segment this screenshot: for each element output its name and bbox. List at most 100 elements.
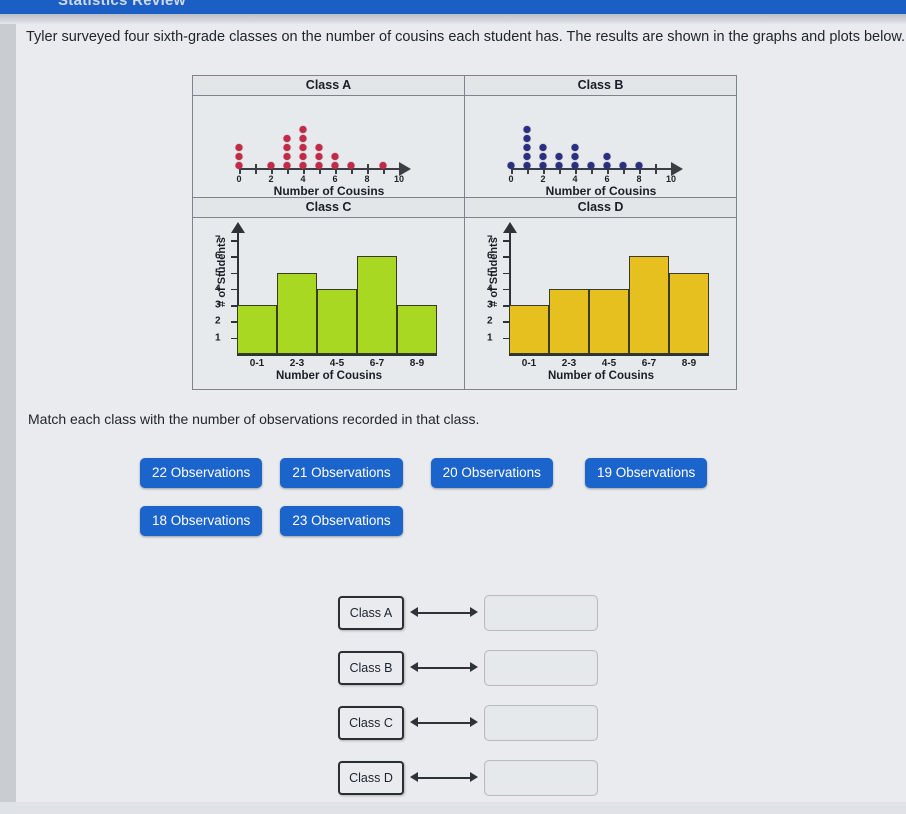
- data-point-dot: [299, 153, 307, 160]
- option-chip-19-observations[interactable]: 19 Observations: [584, 458, 708, 488]
- data-point-dot: [331, 162, 339, 169]
- x-axis-line: [237, 354, 437, 356]
- axis-tick-label: 8: [364, 174, 370, 184]
- charts-row-header-2: Class C Class D: [192, 197, 737, 218]
- x-axis-category-label: 4-5: [601, 358, 617, 369]
- y-axis-tick: [231, 272, 238, 275]
- histogram-bar: [669, 272, 709, 354]
- data-point-dot: [523, 135, 531, 142]
- drop-zone-c[interactable]: [484, 705, 598, 741]
- data-point-dot: [299, 162, 307, 169]
- axis-tick-label: 8: [636, 174, 642, 184]
- class-label-c: Class C: [338, 706, 404, 740]
- y-axis-tick-label: 1: [487, 332, 493, 344]
- y-axis-tick: [231, 240, 238, 242]
- charts-row-plots-2: # of Students Number of Cousins 12345670…: [192, 217, 737, 390]
- y-axis-tick-label: 5: [487, 267, 493, 279]
- y-axis-tick: [503, 272, 510, 275]
- drop-zone-b[interactable]: [484, 650, 598, 686]
- data-point-dot: [267, 162, 275, 169]
- dot-plot-x-label-b: Number of Cousins: [545, 184, 657, 198]
- data-point-dot: [539, 153, 547, 160]
- x-axis-category-label: 6-7: [641, 358, 657, 369]
- y-axis-tick-label: 7: [487, 234, 493, 246]
- data-point-dot: [539, 144, 547, 151]
- axis-tick-label: 10: [393, 174, 405, 184]
- y-axis-tick: [503, 321, 510, 323]
- y-axis-tick-label: 7: [215, 234, 221, 246]
- histogram-x-label-c: Number of Cousins: [275, 370, 383, 382]
- x-axis-category-label: 2-3: [561, 358, 577, 369]
- y-axis-tick-label: 5: [215, 267, 221, 279]
- histogram-bar: [509, 305, 549, 354]
- chart-title-class-d: Class D: [464, 197, 737, 218]
- data-point-dot: [603, 153, 611, 160]
- y-axis-tick: [503, 240, 510, 242]
- data-point-dot: [283, 135, 291, 142]
- y-axis-tick: [231, 337, 238, 340]
- histogram-bar: [317, 288, 357, 354]
- x-axis-category-label: 0-1: [521, 358, 537, 369]
- histogram-x-label-d: Number of Cousins: [547, 370, 655, 382]
- data-point-dot: [635, 162, 643, 169]
- axis-tick-label: 6: [604, 174, 610, 184]
- x-axis-category-label: 2-3: [289, 358, 305, 369]
- histogram-bar: [589, 288, 629, 354]
- header-shadow: [0, 14, 906, 24]
- y-axis-tick: [231, 288, 238, 291]
- data-point-dot: [587, 162, 595, 169]
- double-arrow-icon: [410, 605, 478, 621]
- y-axis-tick-label: 4: [487, 283, 493, 295]
- data-point-dot: [283, 153, 291, 160]
- double-arrow-icon: [410, 715, 478, 731]
- histogram-bar: [629, 256, 669, 354]
- option-chip-21-observations[interactable]: 21 Observations: [280, 458, 403, 488]
- drop-zone-d[interactable]: [484, 760, 598, 796]
- class-label-a: Class A: [338, 596, 404, 630]
- y-axis-tick: [503, 305, 510, 307]
- data-point-dot: [555, 162, 563, 169]
- y-axis-tick-label: 6: [215, 250, 221, 262]
- drop-zone-a[interactable]: [484, 595, 598, 631]
- y-axis-tick-label: 6: [487, 250, 493, 262]
- data-point-dot: [299, 144, 307, 151]
- histogram-bars-c: [237, 232, 437, 354]
- option-chip-20-observations[interactable]: 20 Observations: [430, 458, 553, 488]
- chart-title-class-c: Class C: [192, 197, 465, 218]
- data-point-dot: [603, 162, 611, 169]
- question-prompt: Tyler surveyed four sixth-grade classes …: [26, 29, 906, 45]
- axis-tick: [655, 164, 657, 174]
- y-axis-tick-label: 3: [487, 299, 493, 311]
- option-chip-22-observations[interactable]: 22 Observations: [140, 458, 263, 488]
- data-point-dot: [379, 162, 387, 169]
- option-chip-23-observations[interactable]: 23 Observations: [280, 506, 403, 536]
- charts-row-header-1: Class A Class B: [192, 75, 737, 96]
- y-axis-tick-label: 2: [487, 315, 493, 327]
- chart-title-class-a: Class A: [192, 75, 465, 96]
- match-row: Class B: [338, 649, 598, 687]
- histogram-bar: [357, 256, 397, 354]
- data-point-dot: [315, 162, 323, 169]
- histogram-bar: [549, 288, 589, 354]
- match-instruction: Match each class with the number of obse…: [28, 411, 480, 427]
- data-point-dot: [283, 144, 291, 151]
- data-point-dot: [571, 153, 579, 160]
- charts-table: Class A Class B Number of Cousins 0 2 4 6 8 1…: [192, 75, 737, 390]
- data-point-dot: [235, 153, 243, 160]
- x-axis-category-label: 8-9: [409, 358, 425, 369]
- data-point-dot: [315, 144, 323, 151]
- data-point-dot: [523, 153, 531, 160]
- axis-tick-label: 10: [665, 174, 677, 184]
- histogram-bar: [277, 272, 317, 354]
- data-point-dot: [571, 162, 579, 169]
- class-label-d: Class D: [338, 761, 404, 795]
- chart-title-class-b: Class B: [464, 75, 737, 96]
- data-point-dot: [235, 162, 243, 169]
- axis-tick: [399, 164, 401, 174]
- x-axis-category-label: 0-1: [249, 358, 265, 369]
- data-point-dot: [235, 144, 243, 151]
- option-chip-18-observations[interactable]: 18 Observations: [140, 506, 263, 536]
- match-row: Class D: [338, 759, 598, 797]
- chart-cell-class-a: Number of Cousins 0 2 4 6 8 10: [192, 95, 465, 198]
- match-row: Class A: [338, 594, 598, 632]
